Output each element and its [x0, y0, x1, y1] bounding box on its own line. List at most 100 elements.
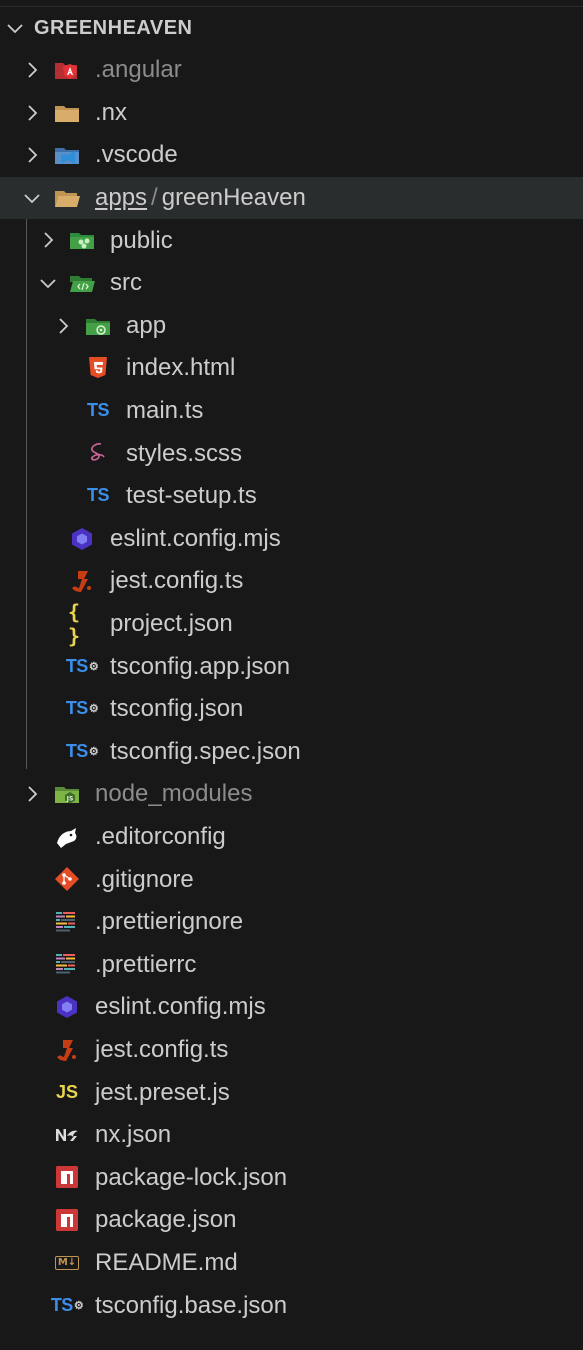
tree-item-label: jest.config.ts	[110, 567, 244, 595]
javascript-icon: JS	[55, 1081, 79, 1102]
chevron-down-icon	[40, 279, 56, 289]
tree-item-gitignore[interactable]: .gitignore	[0, 858, 583, 901]
tree-item-label: tsconfig.app.json	[110, 652, 291, 680]
tree-item-label: src	[110, 269, 142, 297]
angular-folder-icon	[55, 63, 77, 79]
tree-item-label: main.ts	[126, 397, 204, 425]
git-icon	[55, 867, 79, 892]
tsconfig-icon: TS ⚙	[66, 738, 99, 766]
tree-item-readme[interactable]: M↓ README.md	[0, 1242, 583, 1285]
chevron-right-icon	[59, 317, 69, 334]
tree-item-label: public	[110, 226, 173, 254]
tree-item-label: nx.json	[95, 1121, 172, 1149]
tree-item-styles-scss[interactable]: styles.scss	[0, 432, 583, 475]
gear-icon: ⚙	[88, 703, 99, 716]
svg-text:JS: JS	[66, 796, 74, 803]
chevron-down-icon	[7, 24, 23, 34]
tree-item-jest-preset[interactable]: JS jest.preset.js	[0, 1071, 583, 1114]
nx-icon	[56, 1128, 78, 1141]
file-explorer: GREENHEAVEN .angular .nx .vscode apps / …	[0, 7, 583, 1327]
npm-icon	[56, 1166, 78, 1189]
tree-item-app-folder[interactable]: app	[0, 305, 583, 348]
markdown-icon: M↓	[53, 1249, 81, 1277]
tree-item-label: .angular	[95, 56, 182, 84]
tree-item-eslint-config-root[interactable]: eslint.config.mjs	[0, 986, 583, 1029]
tree-item-prettierignore[interactable]: .prettierignore	[0, 901, 583, 944]
npm-icon	[56, 1209, 78, 1232]
tree-item-index-html[interactable]: index.html	[0, 347, 583, 390]
tree-item-tsconfig-json[interactable]: TS ⚙ tsconfig.json	[0, 688, 583, 731]
typescript-icon: TS	[86, 485, 110, 506]
tree-item-prettierrc[interactable]: .prettierrc	[0, 943, 583, 986]
tree-item-jest-config[interactable]: jest.config.ts	[0, 560, 583, 603]
tree-item-src-folder[interactable]: src	[0, 262, 583, 305]
tree-item-label: .editorconfig	[95, 822, 226, 850]
tsconfig-icon-text: TS	[65, 698, 89, 719]
tree-item-label: test-setup.ts	[126, 482, 257, 510]
tree-item-editorconfig[interactable]: .editorconfig	[0, 816, 583, 859]
explorer-section-header[interactable]: GREENHEAVEN	[0, 7, 583, 49]
tsconfig-icon-text: TS	[50, 1294, 74, 1315]
path-segment-greenheaven[interactable]: greenHeaven	[162, 184, 306, 211]
sass-icon	[90, 443, 105, 461]
tree-item-label: tsconfig.base.json	[95, 1291, 288, 1319]
public-folder-icon	[70, 233, 94, 250]
chevron-right-icon	[28, 62, 38, 78]
tree-item-package-lock-json[interactable]: package-lock.json	[0, 1156, 583, 1199]
tree-item-label: .nx	[95, 98, 128, 126]
tree-item-main-ts[interactable]: TS main.ts	[0, 390, 583, 433]
prettier-icon	[56, 954, 75, 974]
tree-item-label: jest.config.ts	[95, 1035, 229, 1063]
tree-item-test-setup-ts[interactable]: TS test-setup.ts	[0, 475, 583, 518]
tsconfig-icon: TS ⚙	[65, 695, 99, 723]
tree-item-label: jest.preset.js	[95, 1078, 230, 1106]
tree-item-label: eslint.config.mjs	[95, 993, 266, 1021]
editorconfig-icon	[57, 827, 77, 848]
indent-guide	[26, 219, 27, 769]
tree-item-label: apps / greenHeaven	[95, 184, 306, 212]
tree-item-label: .vscode	[95, 141, 178, 169]
path-segment-apps[interactable]: apps	[95, 184, 147, 211]
tree-item-label: .prettierrc	[95, 950, 197, 978]
json-icon: { }	[68, 599, 81, 648]
tree-item-label: app	[126, 311, 167, 339]
chevron-right-icon	[28, 786, 38, 802]
tree-item-eslint-config[interactable]: eslint.config.mjs	[0, 518, 583, 561]
tree-item-tsconfig-base-json[interactable]: TS ⚙ tsconfig.base.json	[0, 1284, 583, 1327]
tree-item-angular-folder[interactable]: .angular	[0, 49, 583, 92]
folder-open-icon	[55, 190, 80, 207]
tree-item-node-modules[interactable]: JS node_modules	[0, 773, 583, 816]
tree-item-nx-folder[interactable]: .nx	[0, 92, 583, 135]
markdown-icon-text: M↓	[54, 1255, 80, 1270]
tree-item-label: eslint.config.mjs	[110, 524, 281, 552]
tree-item-label: node_modules	[95, 780, 253, 808]
tree-item-public-folder[interactable]: public	[0, 219, 583, 262]
tree-item-vscode-folder[interactable]: .vscode	[0, 134, 583, 177]
tree-item-apps-greenheaven[interactable]: apps / greenHeaven	[0, 176, 583, 220]
typescript-icon: TS	[86, 400, 110, 421]
gear-icon: ⚙	[73, 1299, 84, 1312]
tree-item-project-json[interactable]: { } project.json	[0, 599, 583, 648]
tree-item-label: tsconfig.spec.json	[110, 737, 301, 765]
eslint-icon	[72, 527, 92, 550]
jest-icon	[72, 571, 91, 593]
tree-item-tsconfig-app-json[interactable]: TS ⚙ tsconfig.app.json	[0, 645, 583, 688]
tree-item-label: index.html	[126, 354, 236, 382]
tree-item-package-json[interactable]: package.json	[0, 1199, 583, 1242]
tree-item-nx-json[interactable]: nx.json	[0, 1114, 583, 1157]
prettier-icon	[56, 911, 75, 932]
node-folder-icon: JS	[55, 787, 79, 804]
tsconfig-icon-text: TS	[65, 655, 89, 676]
gear-icon: ⚙	[88, 660, 99, 673]
tree-item-jest-config-root[interactable]: jest.config.ts	[0, 1029, 583, 1072]
tree-item-label: README.md	[95, 1248, 238, 1276]
path-separator: /	[151, 184, 158, 212]
section-title: GREENHEAVEN	[34, 16, 193, 39]
folder-icon	[55, 105, 79, 122]
jest-icon	[57, 1039, 76, 1061]
tree-item-label: project.json	[110, 610, 233, 638]
tree-item-tsconfig-spec-json[interactable]: TS ⚙ tsconfig.spec.json	[0, 731, 583, 774]
html5-icon	[89, 357, 107, 379]
chevron-right-icon	[44, 232, 54, 249]
chevron-right-icon	[28, 104, 38, 121]
